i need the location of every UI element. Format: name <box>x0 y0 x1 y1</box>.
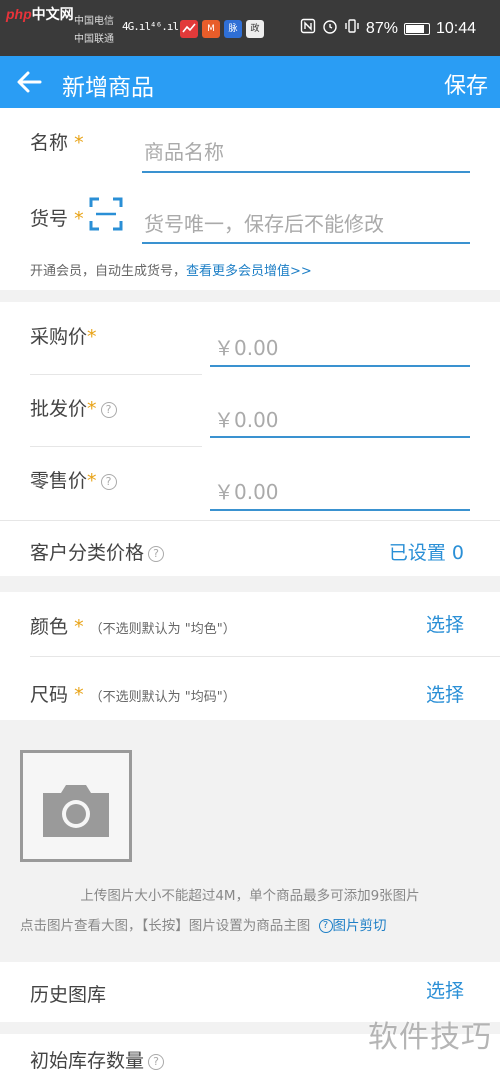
color-label: 颜色 * （不选则默认为 "均色"） <box>30 616 236 638</box>
sku-input-underline <box>142 242 470 244</box>
image-crop-link[interactable]: 图片剪切 <box>333 918 387 934</box>
arrow-left-icon <box>17 71 42 93</box>
alarm-icon <box>322 18 338 39</box>
color-select-button[interactable]: 选择 <box>426 610 464 637</box>
price-section: 采购价* ￥0.00 批发价*? ￥0.00 零售价*? ￥0.00 客户分类价… <box>0 302 500 576</box>
history-gallery-select-button[interactable]: 选择 <box>426 976 464 1003</box>
save-button[interactable]: 保存 <box>444 68 488 100</box>
wholesale-price-label: 批发价*? <box>30 394 117 421</box>
customer-class-price-label[interactable]: 客户分类价格? <box>30 538 165 565</box>
help-icon[interactable]: ? <box>100 401 117 418</box>
name-input[interactable]: 商品名称 <box>144 136 224 165</box>
status-right: 87% 10:44 <box>300 18 476 39</box>
member-note: 开通会员，自动生成货号，查看更多会员增值>> <box>30 264 312 279</box>
upload-hint-1: 上传图片大小不能超过4M，单个商品最多可添加9张图片 <box>80 888 420 904</box>
signal-icon-1: 4G.ıl <box>122 20 151 33</box>
size-select-button[interactable]: 选择 <box>426 680 464 707</box>
divider <box>30 656 500 657</box>
divider <box>30 374 202 375</box>
status-bar: php中文网 中国电信 中国联通 4G.ıl ⁴⁶.ıl M 脉 政 87% 1… <box>0 0 500 56</box>
battery-percent: 87% <box>365 19 398 37</box>
purchase-price-input[interactable]: ￥0.00 <box>214 332 279 361</box>
app-notification-icon-3: 脉 <box>224 20 242 38</box>
signal-icon-2: ⁴⁶.ıl <box>150 20 179 33</box>
retail-price-label: 零售价*? <box>30 466 117 493</box>
upload-hint-2: 点击图片查看大图，【长按】图片设置为商品主图 ? 图片剪切 <box>20 918 387 934</box>
camera-icon <box>43 785 109 837</box>
app-notification-icon-1 <box>180 20 198 38</box>
back-button[interactable] <box>10 62 50 102</box>
scan-icon[interactable] <box>88 196 124 232</box>
site-logo: php中文网 <box>6 6 74 22</box>
name-input-underline <box>142 171 470 173</box>
page-title: 新增商品 <box>62 75 154 101</box>
wholesale-price-input[interactable]: ￥0.00 <box>214 404 279 433</box>
help-icon: ? <box>318 919 333 933</box>
help-icon[interactable]: ? <box>148 545 165 562</box>
basic-info-section: 名称 * 商品名称 货号 * 货号唯一，保存后不能修改 开通会员，自动生成货号，… <box>0 108 500 290</box>
sku-input[interactable]: 货号唯一，保存后不能修改 <box>144 208 384 237</box>
nfc-icon <box>300 18 316 39</box>
carrier-2: 中国联通 <box>74 34 114 45</box>
watermark-text: 软件技巧 <box>368 1020 492 1055</box>
member-link[interactable]: 查看更多会员增值>> <box>186 264 312 279</box>
size-label: 尺码 * （不选则默认为 "均码"） <box>30 684 236 706</box>
help-icon[interactable]: ? <box>100 473 117 490</box>
sku-label: 货号 * <box>30 208 84 230</box>
divider <box>0 520 500 521</box>
name-label: 名称 * <box>30 132 84 154</box>
carrier-1: 中国电信 <box>74 16 114 27</box>
app-notification-icon-4: 政 <box>246 20 264 38</box>
app-bar: 新增商品 保存 <box>0 56 500 108</box>
purchase-price-label: 采购价* <box>30 326 97 348</box>
clock: 10:44 <box>435 19 476 37</box>
initial-stock-label: 初始库存数量? <box>30 1046 165 1070</box>
add-image-button[interactable] <box>20 750 132 862</box>
customer-class-price-value[interactable]: 已设置 0 <box>389 538 464 565</box>
divider <box>30 446 202 447</box>
attributes-section: 颜色 * （不选则默认为 "均色"） 选择 尺码 * （不选则默认为 "均码"）… <box>0 592 500 720</box>
history-gallery-label: 历史图库 <box>30 984 107 1006</box>
purchase-price-underline <box>210 365 470 367</box>
retail-price-input[interactable]: ￥0.00 <box>214 476 279 505</box>
help-icon[interactable]: ? <box>148 1053 165 1070</box>
battery-icon <box>403 22 430 35</box>
app-notification-icon-2: M <box>202 20 220 38</box>
wholesale-price-underline <box>210 436 470 438</box>
retail-price-underline <box>210 509 470 511</box>
vibrate-icon <box>344 18 360 39</box>
